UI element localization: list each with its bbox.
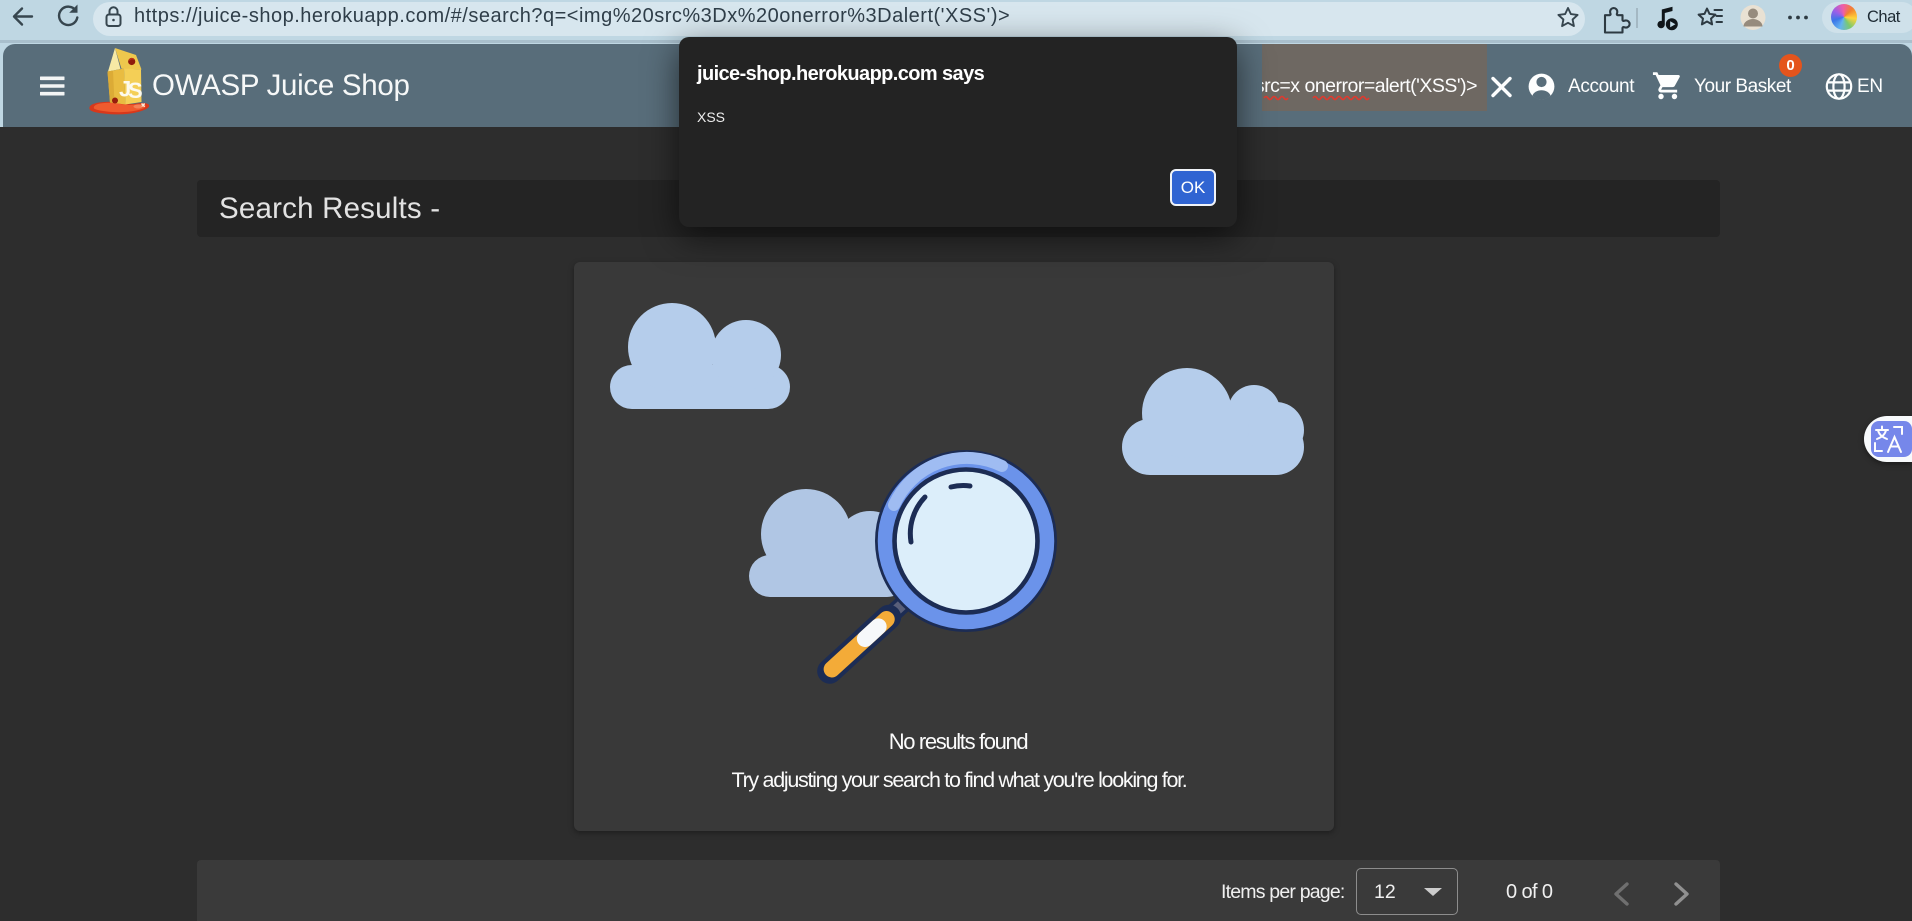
svg-text:S: S [128, 78, 143, 103]
